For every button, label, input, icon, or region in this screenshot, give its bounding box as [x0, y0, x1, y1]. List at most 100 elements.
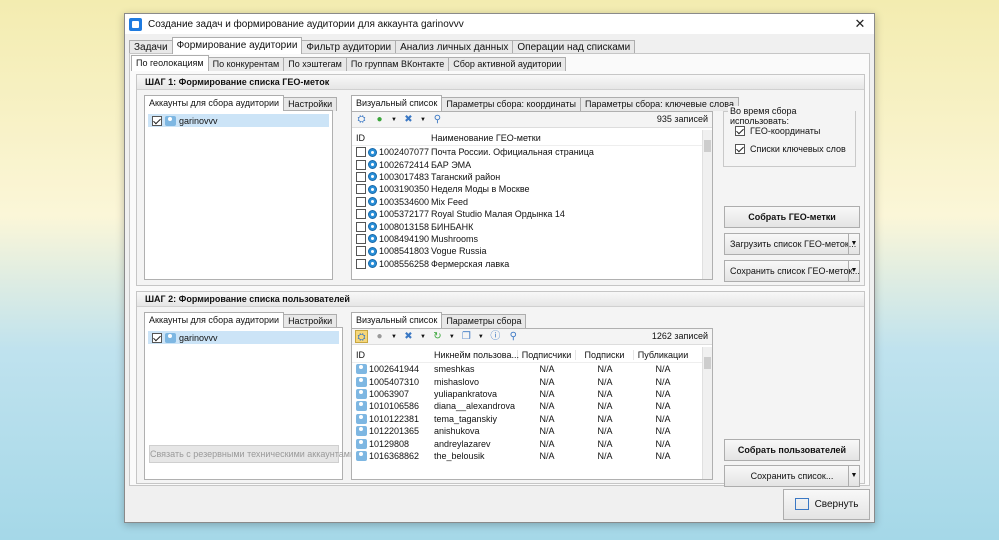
geo-rows: 1002407077 Почта России. Официальная стра…: [352, 146, 702, 270]
tab-personal-data[interactable]: Анализ личных данных: [395, 40, 514, 54]
row-id: 1008494190: [379, 233, 430, 244]
collect-users-button[interactable]: Собрать пользователей: [724, 439, 860, 461]
sub-tabs: По геолокациям По конкурентам По хэштега…: [131, 55, 567, 71]
row-checkbox[interactable]: [356, 196, 366, 207]
col-posts: Публикации: [637, 349, 689, 360]
subtab-active-audience[interactable]: Сбор активной аудитории: [448, 57, 567, 71]
chevron-down-icon[interactable]: ▼: [848, 261, 859, 281]
delete-icon[interactable]: ✖: [402, 330, 415, 343]
row-checkbox[interactable]: [356, 159, 366, 170]
row-checkbox[interactable]: [356, 233, 366, 244]
table-row[interactable]: 1003017483 Таганский район: [352, 171, 702, 183]
table-row[interactable]: 1008494190 Mushrooms: [352, 233, 702, 245]
row-id: 1005407310: [369, 376, 420, 387]
row-checkbox[interactable]: [356, 184, 366, 195]
search-icon[interactable]: ⚲: [431, 113, 444, 126]
app-icon: [129, 17, 142, 31]
tab-settings[interactable]: Настройки: [283, 97, 338, 111]
row-checkbox[interactable]: [356, 246, 366, 257]
table-row[interactable]: 1005372177 Royal Studio Малая Ордынка 14: [352, 208, 702, 220]
row-posts: N/A: [655, 426, 671, 437]
tab-audience[interactable]: Формирование аудитории: [171, 37, 303, 54]
table-row[interactable]: 1002641944 smeshkas N/A N/A N/A: [352, 363, 702, 375]
table-row[interactable]: 10063907 yuliapankratova N/A N/A N/A: [352, 388, 702, 400]
tab-params-coords[interactable]: Параметры сбора: координаты: [441, 97, 581, 111]
subtab-competitors[interactable]: По конкурентам: [207, 57, 285, 71]
account-row[interactable]: garinovvv: [148, 114, 329, 127]
save-users-button[interactable]: Сохранить список... ▼: [724, 465, 860, 487]
user-icon: [356, 426, 367, 437]
tab-accounts[interactable]: Аккаунты для сбора аудитории: [144, 95, 285, 111]
delete-icon[interactable]: ✖: [402, 113, 415, 126]
geo-pin-icon: [368, 172, 377, 182]
table-row[interactable]: 1003534600 Mix Feed: [352, 196, 702, 208]
check-icon[interactable]: ●: [373, 113, 386, 126]
chevron-down-icon[interactable]: ▼: [848, 466, 859, 486]
tab-settings[interactable]: Настройки: [283, 314, 338, 328]
copy-icon[interactable]: ❐: [460, 330, 473, 343]
table-row[interactable]: 1012201365 anishukova N/A N/A N/A: [352, 425, 702, 437]
save-geo-button[interactable]: Сохранить список ГЕО-меток... ▼: [724, 260, 860, 282]
tab-filter[interactable]: Фильтр аудитории: [301, 40, 397, 54]
table-row[interactable]: 1008556258 Фермерская лавка: [352, 258, 702, 270]
collapse-button[interactable]: Свернуть: [783, 489, 870, 520]
row-checkbox[interactable]: [356, 171, 366, 182]
tab-collect-params[interactable]: Параметры сбора: [441, 314, 527, 328]
tab-tasks[interactable]: Задачи: [129, 40, 173, 54]
table-row[interactable]: 1010122381 tema_taganskiy N/A N/A N/A: [352, 413, 702, 425]
row-geo-name: Неделя Моды в Москве: [431, 184, 530, 195]
row-geo-name: Mushrooms: [431, 233, 479, 244]
info-icon[interactable]: ⓘ: [489, 330, 502, 343]
row-nickname: diana__alexandrova: [434, 401, 516, 412]
table-row[interactable]: 1002672414 БАР ЭМА: [352, 158, 702, 170]
geo-pin-icon: [368, 246, 377, 256]
geo-toolbar: ⛭ ● ▼ ✖ ▼ ⚲ 935 записей: [352, 112, 712, 128]
account-checkbox[interactable]: [152, 115, 162, 126]
check-icon[interactable]: ●: [373, 330, 386, 343]
table-row[interactable]: 1003190350 Неделя Моды в Москве: [352, 183, 702, 195]
opt-geo-checkbox[interactable]: [735, 126, 745, 136]
select-icon[interactable]: ⛭: [355, 330, 368, 343]
opt-kw-label: Списки ключевых слов: [750, 144, 846, 154]
table-row[interactable]: 1008541803 Vogue Russia: [352, 245, 702, 257]
tab-visual-list[interactable]: Визуальный список: [351, 312, 443, 328]
opt-kw-row[interactable]: Списки ключевых слов: [735, 144, 846, 154]
step2-title: ШАГ 2: Формирование списка пользователей: [137, 292, 864, 307]
users-scrollbar[interactable]: [702, 347, 712, 479]
link-reserve-button[interactable]: Связать с резервными техническими аккаун…: [149, 445, 355, 463]
subtab-geo[interactable]: По геолокациям: [131, 55, 209, 71]
table-row[interactable]: 1010106586 diana__alexandrova N/A N/A N/A: [352, 400, 702, 412]
table-row[interactable]: 1005407310 mishaslovo N/A N/A N/A: [352, 375, 702, 387]
user-icon: [356, 376, 367, 387]
row-followers: N/A: [539, 438, 555, 449]
row-checkbox[interactable]: [356, 258, 366, 269]
tab-list-ops[interactable]: Операции над списками: [512, 40, 636, 54]
tab-params-keywords[interactable]: Параметры сбора: ключевые слова: [579, 97, 739, 111]
row-checkbox[interactable]: [356, 209, 366, 220]
subtab-vk-groups[interactable]: По группам ВКонтакте: [345, 57, 450, 71]
close-button[interactable]: ✕: [850, 15, 870, 33]
load-geo-button[interactable]: Загрузить список ГЕО-меток... ▼: [724, 233, 860, 255]
select-icon[interactable]: ⛭: [355, 113, 368, 126]
row-checkbox[interactable]: [356, 221, 366, 232]
chevron-down-icon[interactable]: ▼: [848, 234, 859, 254]
opt-geo-row[interactable]: ГЕО-координаты: [735, 126, 820, 136]
table-row[interactable]: 1002407077 Почта России. Официальная стра…: [352, 146, 702, 158]
opt-kw-checkbox[interactable]: [735, 144, 745, 154]
geo-scrollbar[interactable]: [702, 130, 712, 279]
account-checkbox[interactable]: [152, 332, 162, 343]
collect-geo-button[interactable]: Собрать ГЕО-метки: [724, 206, 860, 228]
account-name: garinovvv: [179, 115, 218, 126]
row-id: 1010106586: [369, 401, 420, 412]
account-row[interactable]: garinovvv: [148, 331, 339, 344]
subtab-hashtags[interactable]: По хэштегам: [283, 57, 347, 71]
table-row[interactable]: 10129808 andreylazarev N/A N/A N/A: [352, 437, 702, 449]
collapse-icon: [794, 498, 809, 511]
tab-accounts[interactable]: Аккаунты для сбора аудитории: [144, 312, 285, 328]
search-icon[interactable]: ⚲: [507, 330, 520, 343]
row-checkbox[interactable]: [356, 147, 366, 158]
tab-visual-list[interactable]: Визуальный список: [351, 95, 443, 111]
table-row[interactable]: 1016368862 the_belousik N/A N/A N/A: [352, 450, 702, 462]
table-row[interactable]: 1008013158 БИНБАНК: [352, 220, 702, 232]
refresh-icon[interactable]: ↻: [431, 330, 444, 343]
